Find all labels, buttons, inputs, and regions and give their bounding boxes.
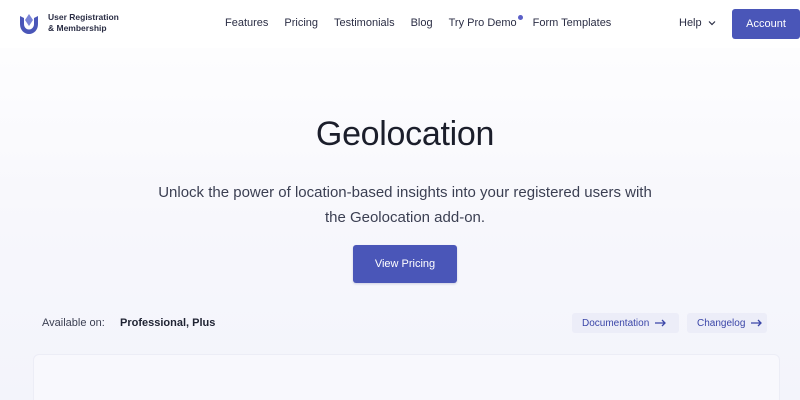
page-title: Geolocation — [315, 115, 495, 153]
help-dropdown[interactable]: Help — [679, 17, 716, 29]
brand-line-2: & Membership — [48, 23, 107, 33]
account-button[interactable]: Account — [732, 9, 800, 39]
changelog-label: Changelog — [697, 317, 746, 329]
availability-plans: Professional, Plus — [120, 317, 216, 329]
documentation-label: Documentation — [582, 317, 650, 329]
help-label: Help — [679, 17, 702, 29]
documentation-link[interactable]: Documentation — [572, 313, 679, 333]
arrow-right-icon — [751, 319, 763, 327]
nav-item-try-pro-demo[interactable]: Try Pro Demo — [448, 15, 523, 29]
top-navigation: User Registration & Membership Features … — [0, 0, 800, 48]
main-menu: Features Pricing Testimonials Blog Try P… — [225, 15, 612, 29]
brand-name: User Registration & Membership — [48, 12, 119, 34]
nav-item-features[interactable]: Features — [225, 17, 268, 29]
page-subtitle: Unlock the power of location-based insig… — [158, 184, 652, 226]
feature-preview-panel — [33, 354, 780, 400]
availability-label: Available on: — [42, 317, 105, 329]
arrow-right-icon — [655, 319, 667, 327]
new-indicator-dot — [517, 15, 523, 20]
nav-item-testimonials[interactable]: Testimonials — [334, 17, 395, 29]
changelog-link[interactable]: Changelog — [687, 313, 767, 333]
ur-logo-icon — [16, 10, 42, 36]
brand-line-1: User Registration — [48, 12, 119, 22]
brand-logo[interactable]: User Registration & Membership — [16, 10, 119, 36]
view-pricing-button[interactable]: View Pricing — [353, 245, 457, 283]
nav-item-form-templates[interactable]: Form Templates — [533, 17, 612, 29]
nav-item-blog[interactable]: Blog — [411, 17, 433, 29]
chevron-down-icon — [708, 20, 716, 26]
nav-item-try-pro-demo-label: Try Pro Demo — [448, 17, 517, 29]
nav-item-pricing[interactable]: Pricing — [284, 17, 318, 29]
